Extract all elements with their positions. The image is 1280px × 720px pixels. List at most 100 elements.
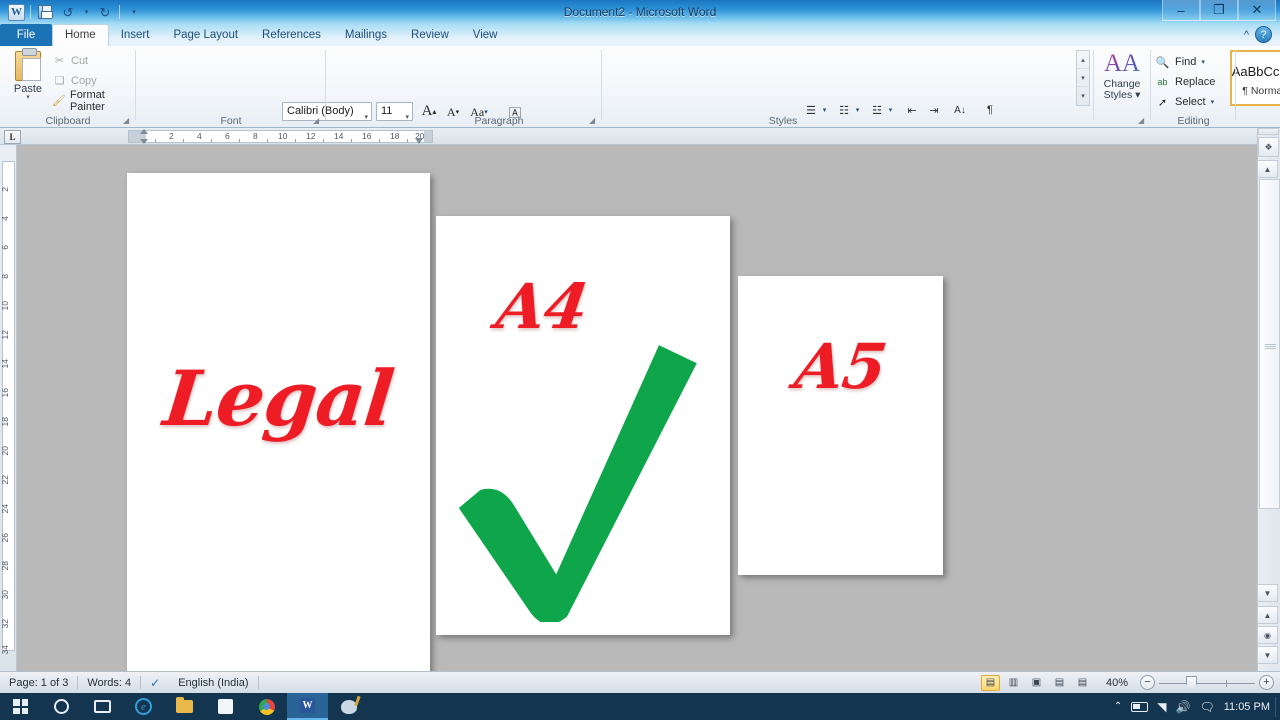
tab-insert[interactable]: Insert (109, 24, 162, 46)
replace-button[interactable]: ab Replace (1155, 72, 1215, 92)
tab-page-layout[interactable]: Page Layout (161, 24, 250, 46)
chevron-down-icon[interactable]: ▾ (364, 109, 368, 126)
proofing-status[interactable]: ✓ (141, 675, 169, 691)
document-pages[interactable]: Legal A4 A5 (17, 145, 1257, 671)
document-page-a4[interactable]: A4 (436, 216, 730, 635)
find-button[interactable]: 🔍 Find ▾ (1155, 52, 1205, 72)
right-indent-marker[interactable] (415, 138, 423, 144)
tab-review[interactable]: Review (399, 24, 461, 46)
tab-file[interactable]: File (0, 24, 52, 46)
replace-icon: ab (1157, 77, 1168, 87)
tab-view[interactable]: View (461, 24, 510, 46)
clipboard-dialog-launcher[interactable]: ◢ (123, 116, 133, 126)
tab-home[interactable]: Home (52, 24, 109, 46)
ruler-tick-label: 14 (0, 359, 10, 369)
vertical-ruler[interactable]: 2 4 6 8 10 12 14 16 18 20 22 24 26 28 30… (0, 145, 17, 671)
quick-access-toolbar: W ↺ ▾ ↻ ▾ (4, 2, 147, 22)
styles-more-icon[interactable]: ▾ (1077, 87, 1089, 105)
start-button[interactable] (0, 693, 41, 720)
first-line-indent-marker[interactable] (140, 129, 148, 134)
edge-taskbar-button[interactable]: e (123, 693, 164, 720)
zoom-out-button[interactable]: − (1140, 675, 1155, 690)
zoom-slider[interactable] (1159, 675, 1255, 690)
font-dialog-launcher[interactable]: ◢ (313, 116, 323, 126)
language-status[interactable]: English (India) (169, 675, 257, 691)
battery-icon[interactable] (1131, 701, 1149, 712)
undo-icon[interactable]: ↺ (59, 3, 77, 21)
view-web-layout-button[interactable]: ▣ (1027, 675, 1046, 691)
chevron-down-icon[interactable]: ▾ (1201, 58, 1205, 66)
document-page-legal[interactable]: Legal (127, 173, 430, 671)
minimize-button[interactable]: – (1162, 0, 1200, 21)
page-count-status[interactable]: Page: 1 of 3 (0, 675, 77, 691)
select-button[interactable]: ➚ Select ▾ (1155, 92, 1214, 112)
hanging-indent-marker[interactable] (140, 139, 148, 144)
tab-references[interactable]: References (250, 24, 333, 46)
status-bar: Page: 1 of 3 Words: 4 ✓ English (India) … (0, 671, 1280, 693)
next-page-icon[interactable]: ▼ (1257, 646, 1278, 664)
ruler-tick-label: 6 (0, 245, 10, 250)
zoom-level-label[interactable]: 40% (1106, 677, 1128, 689)
document-area: L 2 4 6 8 10 12 14 16 18 20 2 4 6 8 10 1… (0, 128, 1280, 671)
ruler-tick-label: 26 (0, 533, 10, 543)
previous-page-icon[interactable]: ▲ (1257, 606, 1278, 624)
customize-quick-access-icon[interactable]: ▾ (125, 3, 143, 21)
change-styles-button[interactable]: AA Change Styles ▾ (1098, 49, 1146, 111)
styles-scroll-up-icon[interactable]: ▴ (1077, 51, 1089, 69)
zoom-in-button[interactable]: + (1259, 675, 1274, 690)
paste-button[interactable]: Paste ▾ (6, 48, 50, 109)
select-browse-object-icon[interactable]: ❖ (1258, 137, 1279, 157)
restore-button[interactable]: ❐ (1200, 0, 1238, 21)
ruler-tick-label: 24 (0, 504, 10, 514)
view-outline-button[interactable]: ▤ (1050, 675, 1069, 691)
task-view-button[interactable] (82, 693, 123, 720)
scroll-down-icon[interactable]: ▼ (1257, 584, 1278, 602)
help-icon[interactable]: ? (1255, 26, 1272, 43)
horizontal-ruler[interactable]: L 2 4 6 8 10 12 14 16 18 20 (0, 128, 1280, 145)
close-button[interactable]: ✕ (1238, 0, 1276, 21)
action-center-icon[interactable]: 🗨 (1199, 700, 1214, 714)
cut-button[interactable]: ✂ Cut (52, 52, 88, 69)
word-count-status[interactable]: Words: 4 (78, 675, 140, 691)
undo-dropdown-icon[interactable]: ▾ (82, 3, 91, 21)
ruler-tick-label: 18 (390, 131, 400, 141)
document-page-a5[interactable]: A5 (738, 276, 943, 575)
speaker-icon[interactable]: 🔊 (1176, 700, 1191, 714)
view-print-layout-button[interactable]: ▤ (980, 674, 1000, 691)
chevron-down-icon[interactable]: ▾ (26, 94, 30, 101)
collapse-ribbon-icon[interactable]: ^ (1244, 29, 1249, 41)
microsoft-store-taskbar-button[interactable] (205, 693, 246, 720)
chevron-down-icon[interactable]: ▾ (1211, 98, 1215, 106)
browse-object-icon[interactable]: ◉ (1257, 626, 1278, 644)
vertical-scrollbar[interactable]: ❖ ▲ ▼ ▲ ◉ ▼ (1257, 128, 1280, 671)
word-taskbar-button[interactable]: W (287, 693, 328, 720)
paint-taskbar-button[interactable] (328, 693, 369, 720)
copy-button[interactable]: ❏ Copy (52, 72, 97, 89)
format-painter-button[interactable]: 🖌 Format Painter (52, 89, 136, 113)
tab-stop-selector[interactable]: L (4, 130, 21, 144)
clock[interactable]: 11:05 PM (1224, 701, 1270, 713)
window-title: Document2 - Microsoft Word (563, 5, 717, 19)
view-draft-button[interactable]: ▤ (1073, 675, 1092, 691)
styles-group-label: Styles (768, 115, 798, 127)
zoom-slider-thumb[interactable] (1186, 675, 1197, 690)
scrollbar-thumb[interactable] (1259, 179, 1280, 509)
chrome-taskbar-button[interactable] (246, 693, 287, 720)
styles-dialog-launcher[interactable]: ◢ (1138, 116, 1148, 126)
word-app-icon[interactable]: W (8, 3, 25, 21)
divider (30, 5, 31, 19)
cortana-search-button[interactable] (41, 693, 82, 720)
split-window-handle[interactable] (1258, 128, 1279, 135)
styles-scroll-down-icon[interactable]: ▾ (1077, 69, 1089, 87)
save-icon[interactable] (36, 3, 54, 21)
show-hidden-icons-button[interactable]: ⌃ (1114, 701, 1122, 712)
change-styles-label-2: Styles ▾ (1103, 89, 1141, 101)
tab-mailings[interactable]: Mailings (333, 24, 399, 46)
file-explorer-taskbar-button[interactable] (164, 693, 205, 720)
redo-icon[interactable]: ↻ (96, 3, 114, 21)
style-normal[interactable]: AaBbCcDc ¶ Normal (1230, 50, 1280, 106)
wifi-icon[interactable]: ◥ (1157, 700, 1166, 714)
scroll-up-icon[interactable]: ▲ (1257, 160, 1278, 178)
view-full-screen-reading-button[interactable]: ▥ (1004, 675, 1023, 691)
show-desktop-button[interactable] (1275, 696, 1276, 717)
